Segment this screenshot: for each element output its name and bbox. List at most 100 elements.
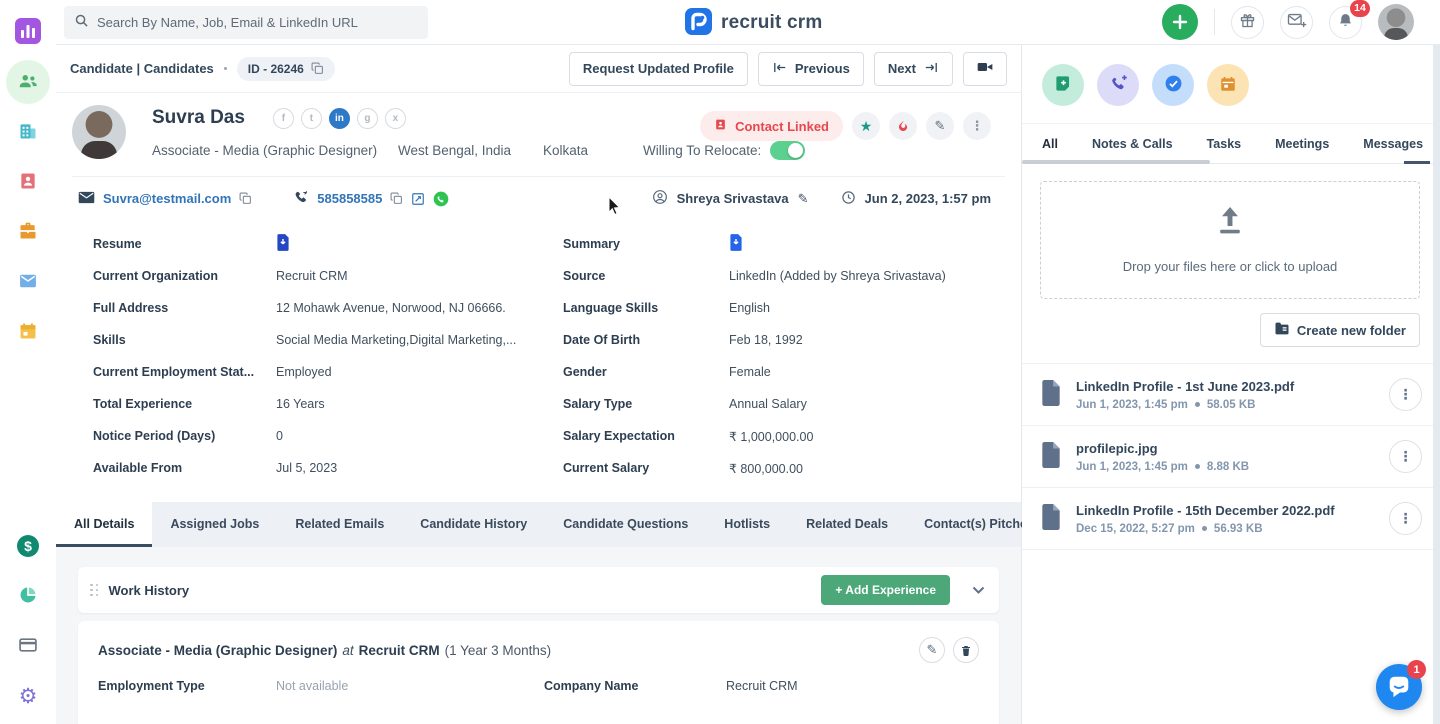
field-label: Summary [563,237,729,251]
meta-separator [1195,402,1200,407]
twitter-icon[interactable]: t [301,108,322,129]
updated-clock-icon [841,190,856,208]
file-name: LinkedIn Profile - 15th December 2022.pd… [1076,503,1335,518]
edit-owner-icon[interactable]: ✎ [798,191,809,207]
file-menu-button[interactable]: ⋮ [1389,378,1422,411]
copy-id-icon[interactable] [311,62,324,75]
add-experience-button[interactable]: + Add Experience [821,575,950,605]
global-search[interactable] [64,6,428,39]
log-call-button[interactable] [1097,64,1139,106]
drag-handle-icon[interactable] [90,584,99,597]
contact-info-row: Suvra@testmail.com 585858585 Shreya Sriv… [72,177,1005,218]
tab-related-emails[interactable]: Related Emails [277,502,402,547]
delete-experience-button[interactable] [953,637,979,663]
favorite-star-button[interactable]: ★ [852,112,880,140]
phone-plus-icon [1109,74,1128,96]
file-menu-button[interactable]: ⋮ [1389,502,1422,535]
more-options-button[interactable]: ⋮ [963,112,991,140]
schedule-meeting-button[interactable] [1207,64,1249,106]
add-task-button[interactable] [1152,64,1194,106]
briefcase-icon [18,221,38,244]
summary-file-icon[interactable] [729,234,743,254]
sidebar-item-companies[interactable] [6,110,50,154]
request-updated-profile-button[interactable]: Request Updated Profile [569,52,748,86]
linkedin-icon[interactable]: in [329,108,350,129]
candidate-region: West Bengal, India [398,143,543,158]
tab-assigned-jobs[interactable]: Assigned Jobs [152,502,277,547]
gift-button[interactable] [1231,6,1264,39]
github-icon[interactable]: g [357,108,378,129]
sidebar-item-contacts[interactable] [6,160,50,204]
notifications-button[interactable]: 14 [1329,6,1362,39]
add-note-button[interactable] [1042,64,1084,106]
resume-file-icon[interactable] [276,234,290,254]
sidebar-item-jobs[interactable] [6,210,50,254]
copy-email-icon[interactable] [239,192,252,205]
sms-edit-icon[interactable] [411,192,425,206]
folder-actions: Create new folder [1022,299,1440,364]
tab-notes-calls[interactable]: Notes & Calls [1092,137,1173,151]
document-icon [1040,504,1062,533]
tabs-scrollbar-thumb[interactable] [1022,160,1210,164]
field-label: Language Skills [563,301,729,315]
file-row[interactable]: LinkedIn Profile - 15th December 2022.pd… [1022,488,1440,550]
add-new-button[interactable] [1162,4,1198,40]
tab-all[interactable]: All [1042,137,1058,151]
edit-experience-button[interactable]: ✎ [919,637,945,663]
tab-tasks[interactable]: Tasks [1207,137,1242,151]
user-avatar[interactable] [1378,4,1414,40]
previous-button[interactable]: Previous [758,52,864,86]
candidate-photo[interactable] [72,105,126,159]
video-button[interactable] [963,52,1007,86]
tab-candidate-questions[interactable]: Candidate Questions [545,502,706,547]
folder-icon [1274,322,1290,338]
collapse-chevron-icon[interactable] [972,586,985,595]
chat-widget-button[interactable]: 1 [1376,664,1422,710]
create-new-folder-button[interactable]: Create new folder [1260,313,1420,347]
gift-icon [1239,12,1256,32]
whatsapp-icon[interactable] [433,191,449,207]
copy-phone-icon[interactable] [390,192,403,205]
tab-all-details[interactable]: All Details [56,502,152,547]
file-name: profilepic.jpg [1076,441,1249,456]
file-row[interactable]: LinkedIn Profile - 1st June 2023.pdf Jun… [1022,364,1440,426]
xing-icon[interactable]: x [385,108,406,129]
file-row[interactable]: profilepic.jpg Jun 1, 2023, 1:45 pm8.88 … [1022,426,1440,488]
candidate-phone-link[interactable]: 585858585 [317,191,382,206]
credit-card-icon [18,635,38,658]
field-label: Gender [563,365,729,379]
facebook-icon[interactable]: f [273,108,294,129]
next-arrow-icon [923,61,939,77]
vertical-scrollbar[interactable] [1433,45,1440,724]
sidebar-item-dashboard[interactable] [6,10,50,54]
contact-linked-badge[interactable]: Contact Linked [700,111,843,141]
file-menu-button[interactable]: ⋮ [1389,440,1422,473]
tab-candidate-history[interactable]: Candidate History [402,502,545,547]
sidebar-item-reports[interactable] [6,574,50,618]
file-dropzone[interactable]: Drop your files here or click to upload [1040,181,1420,299]
field-label: Current Organization [93,269,276,283]
sidebar-item-deals[interactable]: $ [6,524,50,568]
tab-hotlists[interactable]: Hotlists [706,502,788,547]
search-input[interactable] [97,15,418,30]
file-date: Dec 15, 2022, 5:27 pm [1076,523,1195,535]
upload-icon [1215,207,1245,237]
tab-related-deals[interactable]: Related Deals [788,502,906,547]
sidebar-item-billing[interactable] [6,624,50,668]
candidate-details-grid: Resume Current OrganizationRecruit CRM F… [72,218,1005,502]
compose-mail-button[interactable] [1280,6,1313,39]
app-sidebar: $ ⚙ [0,0,56,724]
sidebar-item-settings[interactable]: ⚙ [6,674,50,718]
sidebar-item-calendar[interactable] [6,310,50,354]
tab-meetings[interactable]: Meetings [1275,137,1329,151]
hotlist-fire-button[interactable] [889,112,917,140]
edit-candidate-button[interactable]: ✎ [926,112,954,140]
next-button[interactable]: Next [874,52,953,86]
sidebar-item-inbox[interactable] [6,260,50,304]
tab-messages[interactable]: Messages [1363,137,1423,151]
field-value: ₹ 800,000.00 [729,461,803,476]
field-label: Salary Expectation [563,429,729,443]
sidebar-item-candidates[interactable] [6,60,50,104]
candidate-email-link[interactable]: Suvra@testmail.com [103,191,231,206]
relocate-toggle[interactable] [770,141,805,160]
